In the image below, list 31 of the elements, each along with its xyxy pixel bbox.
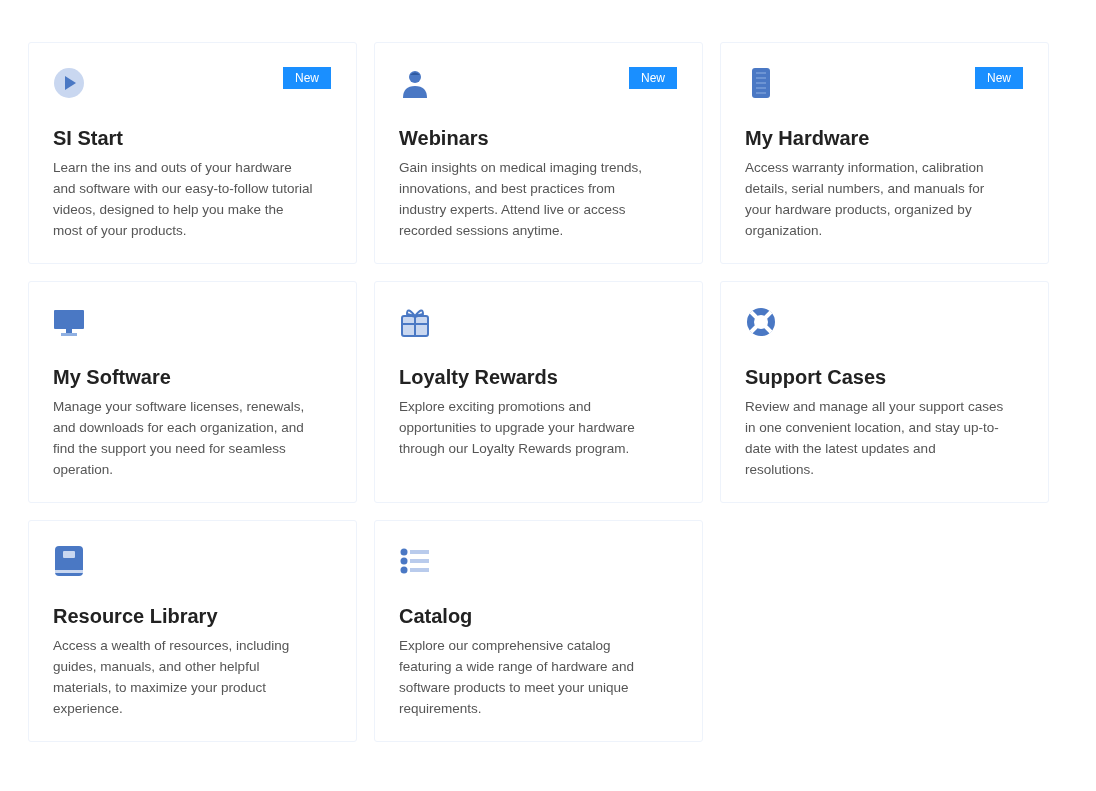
feature-card[interactable]: New My Hardware Access warranty information, calibration details, serial numbers, and manuals for your hardware products, organized by organization. <box>720 42 1049 264</box>
feature-card[interactable]: My Software Manage your software licenses, renewals, and downloads for each organization, and find the support you need for seamless operation. <box>28 281 357 503</box>
card-title: Catalog <box>399 604 474 629</box>
feature-card[interactable]: New SI Start Learn the ins and outs of your hardware and software with our easy-to-follow tutorial videos, designed to help you make the most of your products. <box>28 42 357 264</box>
card-description: Access warranty information, calibration details, serial numbers, and manuals for your hardware products, organized by organization. <box>745 159 986 240</box>
feature-card[interactable]: Resource Library Access a wealth of resources, including guides, manuals, and other helpful materials, to maximize your product experience. <box>28 520 357 742</box>
card-title: Webinars <box>399 126 490 151</box>
card-description: Review and manage all your support cases in one convenient location, and stay up-to-date with the latest updates and resolutions. <box>745 398 1005 479</box>
play-icon <box>53 67 85 99</box>
feature-card[interactable]: Support Cases Review and manage all your support cases in one convenient location, and stay up-to-date with the latest updates and resolutions. <box>720 281 1049 503</box>
card-title: Loyalty Rewards <box>399 365 559 390</box>
card-description: Manage your software licenses, renewals, and downloads for each organization, and find the support you need for seamless operation. <box>53 398 306 479</box>
card-title: My Software <box>53 365 172 390</box>
card-description: Explore exciting promotions and opportunities to upgrade your hardware through our Loyalty Rewards program. <box>399 398 636 458</box>
card-description: Gain insights on medical imaging trends, innovations, and best practices from industry experts. Attend live or access recorded sessions anytime. <box>399 159 644 240</box>
card-description: Learn the ins and outs of your hardware and software with our easy-to-follow tutorial videos, designed to help you make the most of your products. <box>53 159 314 240</box>
card-title: Resource Library <box>53 604 219 629</box>
new-badge: New <box>975 67 1023 89</box>
card-description: Explore our comprehensive catalog featuring a wide range of hardware and software products to meet your unique requirements. <box>399 637 635 718</box>
card-title: Support Cases <box>745 365 888 390</box>
feature-card[interactable]: Catalog Explore our comprehensive catalog featuring a wide range of hardware and software products to meet your unique requirements. <box>374 520 703 742</box>
lifebuoy-icon <box>745 306 777 338</box>
book-icon <box>53 545 85 577</box>
gift-icon <box>399 306 431 338</box>
new-badge: New <box>283 67 331 89</box>
new-badge: New <box>629 67 677 89</box>
card-description: Access a wealth of resources, including guides, manuals, and other helpful materials, to maximize your product experience. <box>53 637 291 718</box>
feature-card[interactable]: New Webinars Gain insights on medical imaging trends, innovations, and best practices from industry experts. Attend live or access recorded sessions anytime. <box>374 42 703 264</box>
card-title: My Hardware <box>745 126 871 151</box>
feature-card[interactable]: Loyalty Rewards Explore exciting promotions and opportunities to upgrade your hardware through our Loyalty Rewards program. <box>374 281 703 503</box>
card-title: SI Start <box>53 126 125 151</box>
